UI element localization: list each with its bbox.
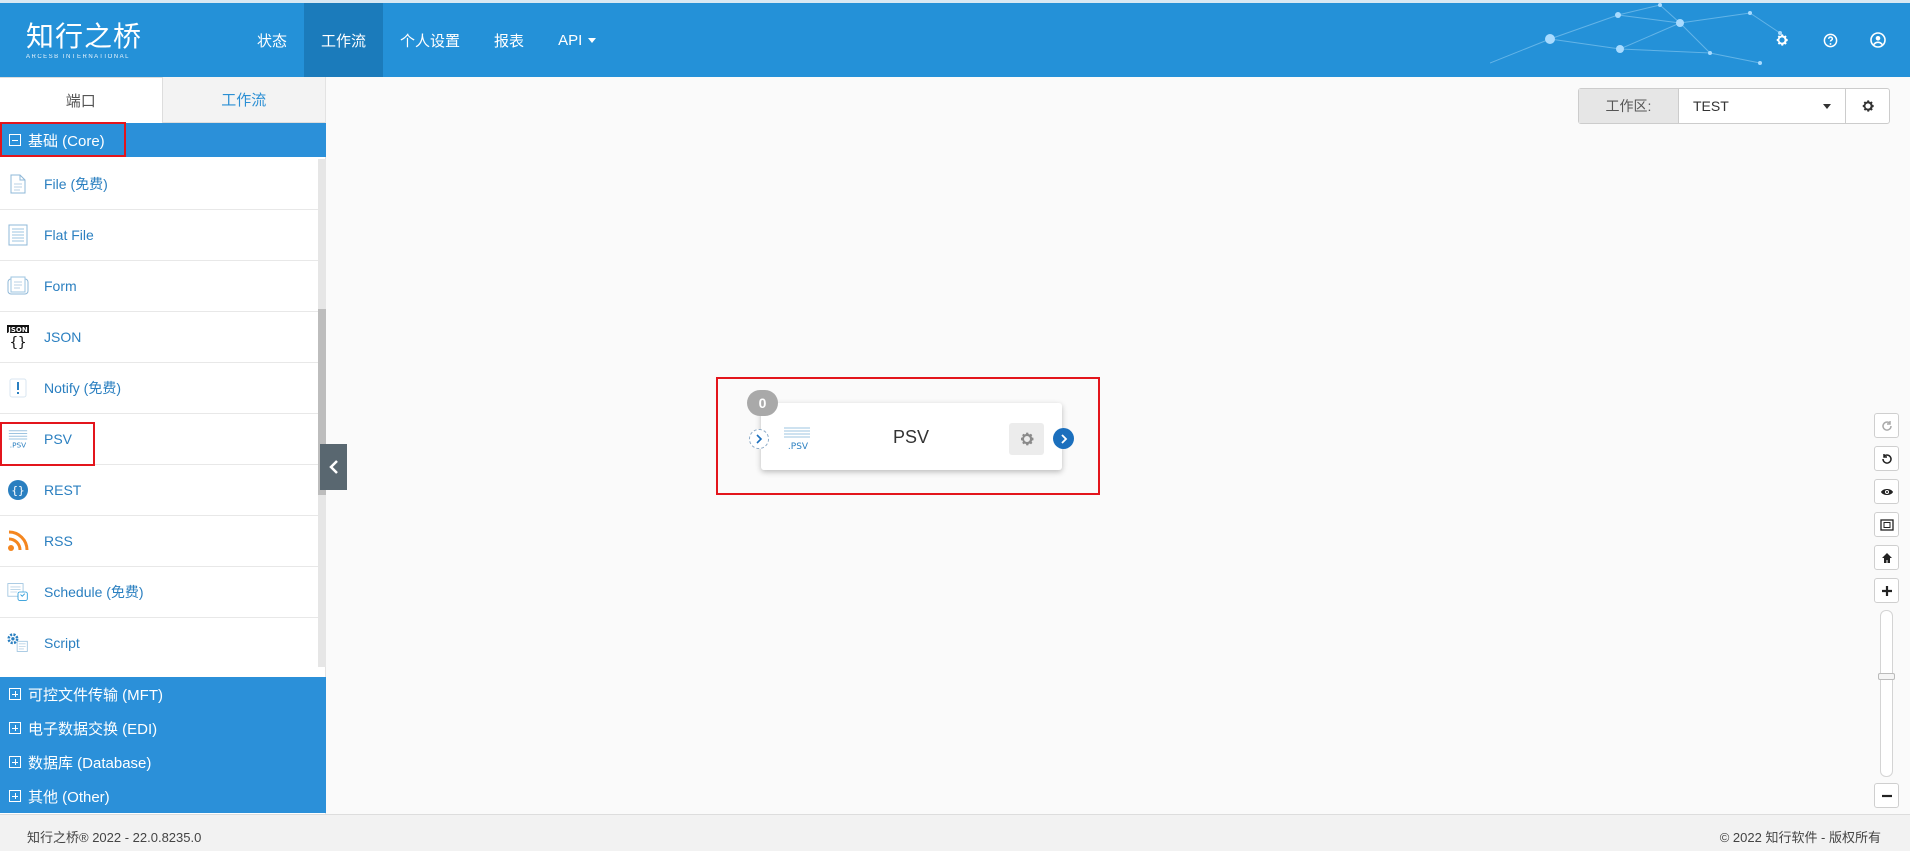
category-other[interactable]: 其他 (Other) bbox=[0, 779, 326, 813]
node-settings-button[interactable] bbox=[1009, 423, 1044, 455]
workspace-settings-button[interactable] bbox=[1846, 89, 1889, 123]
fit-screen-icon[interactable] bbox=[1874, 512, 1899, 537]
node-title: PSV bbox=[892, 427, 930, 447]
eye-icon[interactable] bbox=[1874, 479, 1899, 504]
nav-workflow[interactable]: 工作流 bbox=[304, 3, 384, 77]
chevron-right-icon bbox=[1060, 433, 1067, 444]
category-core[interactable]: 基础 (Core) bbox=[0, 123, 326, 157]
list-item-json[interactable]: JSON{} JSON bbox=[0, 312, 318, 363]
zoom-in-icon[interactable] bbox=[1874, 578, 1899, 603]
node-input-port[interactable] bbox=[749, 429, 769, 449]
list-item-rest[interactable]: {} REST bbox=[0, 465, 318, 516]
undo-icon[interactable] bbox=[1874, 446, 1899, 471]
svg-text:.PSV: .PSV bbox=[10, 440, 26, 449]
copyright-text: © 2022 知行软件 - 版权所有 bbox=[1719, 830, 1881, 845]
list-item-notify[interactable]: Notify (免费) bbox=[0, 363, 318, 414]
rss-icon bbox=[7, 528, 29, 554]
nav-reports[interactable]: 报表 bbox=[477, 3, 541, 77]
refresh-icon[interactable] bbox=[1874, 413, 1899, 438]
expand-icon bbox=[9, 790, 21, 802]
psv-icon: .PSV bbox=[7, 426, 29, 452]
collapse-icon bbox=[9, 134, 21, 146]
notify-icon bbox=[7, 375, 29, 401]
svg-text:JSON: JSON bbox=[7, 326, 28, 334]
user-icon[interactable] bbox=[1870, 32, 1886, 48]
top-navbar: 知行之桥 ARCESB INTERNATIONAL 状态 工作流 个人设置 报表… bbox=[0, 0, 1910, 77]
rest-icon: {} bbox=[7, 477, 29, 503]
help-icon[interactable] bbox=[1822, 32, 1838, 48]
category-edi[interactable]: 电子数据交换 (EDI) bbox=[0, 711, 326, 745]
node-message-count: 0 bbox=[747, 390, 778, 416]
list-item-form[interactable]: Form bbox=[0, 261, 318, 312]
version-text: 知行之桥® 2022 - 22.0.8235.0 bbox=[27, 830, 202, 845]
workspace-selector: 工作区: TEST bbox=[1578, 88, 1890, 124]
home-icon[interactable] bbox=[1874, 545, 1899, 570]
tab-workflows[interactable]: 工作流 bbox=[162, 77, 325, 123]
sidebar-scrollbar[interactable] bbox=[318, 159, 326, 667]
file-icon bbox=[7, 171, 29, 197]
category-mft[interactable]: 可控文件传输 (MFT) bbox=[0, 677, 326, 711]
zoom-slider-handle[interactable] bbox=[1878, 673, 1895, 680]
list-item-file[interactable]: File (免费) bbox=[0, 159, 318, 210]
category-database[interactable]: 数据库 (Database) bbox=[0, 745, 326, 779]
chevron-left-icon bbox=[328, 460, 338, 474]
zoom-slider[interactable] bbox=[1878, 610, 1895, 777]
connector-sidebar: 端口 工作流 基础 (Core) File (免费) Flat File For… bbox=[0, 77, 326, 814]
sidebar-collapse-button[interactable] bbox=[320, 444, 347, 490]
schedule-icon bbox=[7, 579, 29, 605]
node-output-port[interactable] bbox=[1053, 428, 1074, 449]
chevron-right-icon bbox=[756, 434, 763, 444]
list-item-flat-file[interactable]: Flat File bbox=[0, 210, 318, 261]
main-nav: 状态 工作流 个人设置 报表 API bbox=[240, 3, 613, 77]
logo[interactable]: 知行之桥 ARCESB INTERNATIONAL bbox=[26, 21, 146, 69]
svg-text:{}: {} bbox=[10, 335, 27, 350]
svg-text:.PSV: .PSV bbox=[788, 442, 809, 452]
flat-file-icon bbox=[7, 222, 29, 248]
expand-icon bbox=[9, 688, 21, 700]
expand-icon bbox=[9, 722, 21, 734]
gear-icon bbox=[1020, 432, 1033, 446]
connector-list: File (免费) Flat File Form JSON{} JSON Not… bbox=[0, 159, 318, 667]
nav-api[interactable]: API bbox=[541, 3, 613, 77]
psv-icon: .PSV bbox=[783, 426, 811, 452]
sidebar-tabs: 端口 工作流 bbox=[0, 77, 325, 123]
workspace-dropdown[interactable]: TEST bbox=[1679, 89, 1846, 123]
svg-text:{}: {} bbox=[11, 484, 24, 497]
list-item-psv[interactable]: .PSV PSV bbox=[0, 414, 318, 465]
canvas-toolbar bbox=[1874, 413, 1899, 611]
gear-icon[interactable] bbox=[1774, 32, 1790, 48]
zoom-out-icon[interactable] bbox=[1874, 783, 1899, 808]
workspace-label: 工作区: bbox=[1579, 89, 1679, 123]
json-icon: JSON{} bbox=[7, 324, 29, 350]
network-decoration bbox=[1490, 3, 1782, 65]
chevron-down-icon bbox=[1823, 103, 1831, 109]
nav-settings[interactable]: 个人设置 bbox=[383, 3, 477, 77]
expand-icon bbox=[9, 756, 21, 768]
tab-ports[interactable]: 端口 bbox=[0, 77, 163, 123]
list-item-script[interactable]: Script bbox=[0, 618, 318, 667]
gear-icon bbox=[1862, 100, 1874, 112]
list-item-schedule[interactable]: Schedule (免费) bbox=[0, 567, 318, 618]
form-icon bbox=[7, 273, 29, 299]
chevron-down-icon bbox=[588, 37, 597, 43]
nav-status[interactable]: 状态 bbox=[240, 3, 304, 77]
list-item-rss[interactable]: RSS bbox=[0, 516, 318, 567]
script-icon bbox=[7, 630, 29, 656]
footer: 知行之桥® 2022 - 22.0.8235.0 © 2022 知行软件 - 版… bbox=[0, 814, 1910, 851]
